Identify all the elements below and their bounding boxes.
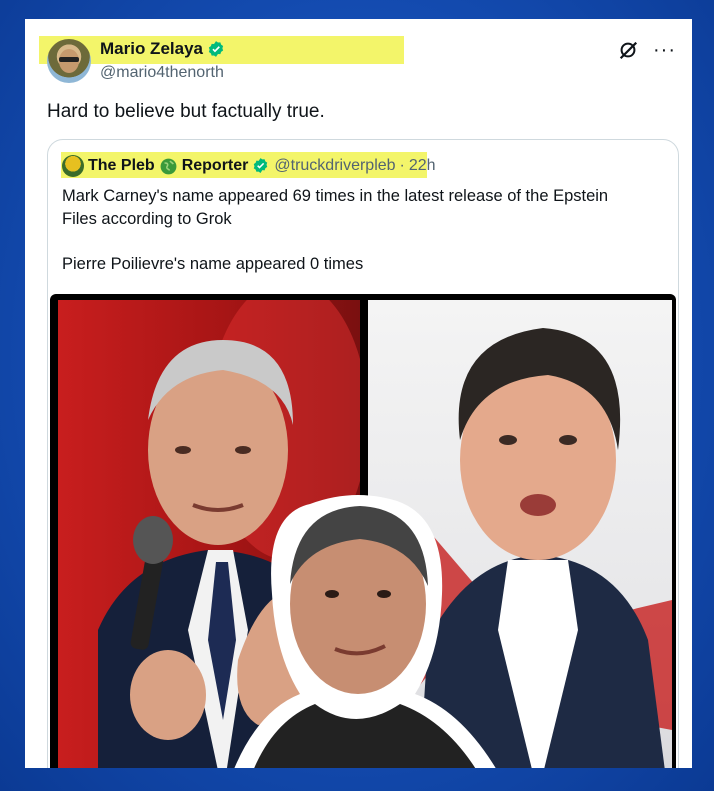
globe-icon [159, 157, 178, 176]
quoted-name-part1[interactable]: The Pleb [88, 157, 155, 175]
verified-badge-icon[interactable] [252, 157, 270, 175]
author-handle[interactable]: @mario4thenorth [100, 64, 224, 82]
more-icon[interactable]: ··· [653, 40, 676, 60]
quoted-media[interactable] [50, 294, 676, 768]
tweet-card[interactable]: Mario Zelaya @mario4thenorth ··· Hard to… [25, 19, 692, 768]
quoted-tweet-header: The Pleb Reporter @truckdriverpleb · 22h [62, 155, 436, 177]
quoted-separator: · [399, 157, 405, 174]
quoted-tweet[interactable]: The Pleb Reporter @truckdriverpleb · 22h… [47, 139, 679, 768]
verified-badge-icon[interactable] [207, 40, 225, 58]
author-avatar[interactable] [47, 39, 91, 83]
author-name[interactable]: Mario Zelaya [100, 39, 203, 59]
quoted-text-line2: Files according to Grok [62, 210, 232, 228]
quoted-text-line3: Pierre Poilievre's name appeared 0 times [62, 255, 364, 273]
quoted-name-part2[interactable]: Reporter [182, 157, 249, 175]
quoted-time[interactable]: 22h [409, 157, 436, 175]
avatar-sunglasses [59, 57, 79, 62]
quoted-avatar[interactable] [62, 155, 84, 177]
quoted-text-line1: Mark Carney's name appeared 69 times in … [62, 187, 609, 205]
tweet-text: Hard to believe but factually true. [47, 101, 325, 122]
quoted-handle[interactable]: @truckdriverpleb [274, 157, 395, 175]
grok-icon[interactable] [617, 39, 639, 66]
media-inset-portrait [234, 495, 496, 768]
author-name-row[interactable]: Mario Zelaya [100, 39, 225, 59]
tweet-actions-top: ··· [617, 39, 676, 66]
